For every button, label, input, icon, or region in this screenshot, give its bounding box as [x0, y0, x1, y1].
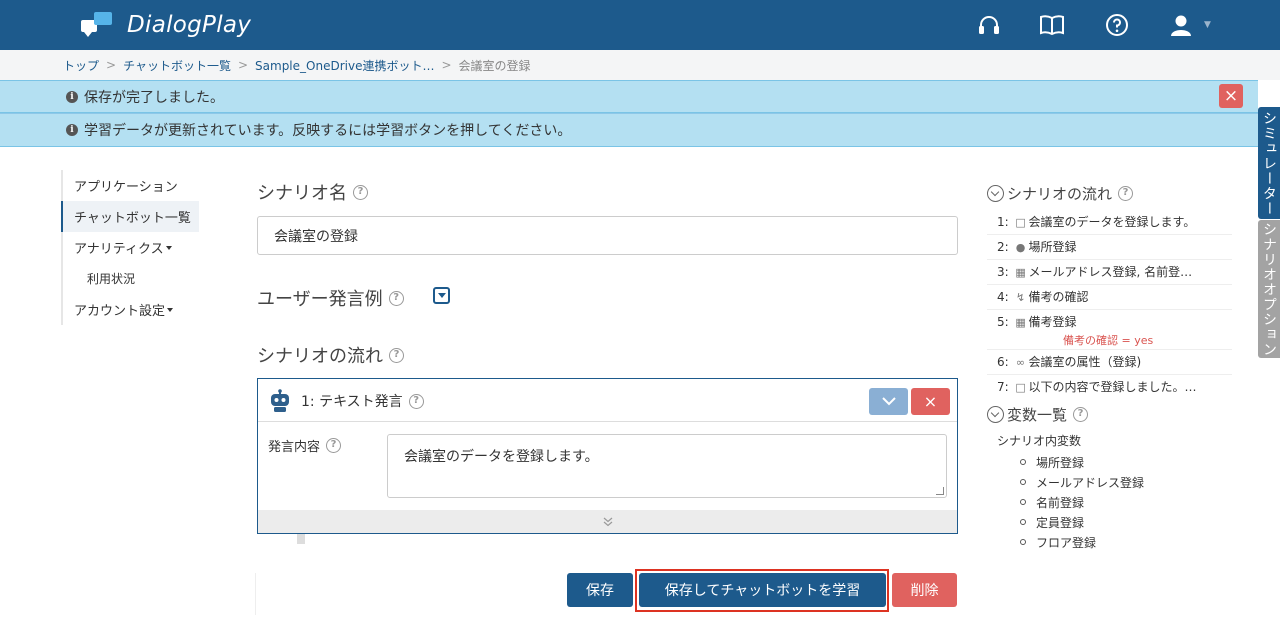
top-header: DialogPlay ▼	[0, 0, 1280, 50]
variable-item: フロア登録	[997, 532, 1144, 552]
flow-item[interactable]: 4: ↯ 備考の確認	[987, 285, 1232, 310]
divider	[255, 573, 256, 615]
breadcrumb-separator: >	[237, 58, 249, 72]
condition-label: 備考の確認 = yes	[1063, 334, 1154, 347]
remove-step-button[interactable]: ×	[911, 388, 950, 415]
help-icon[interactable]: ?	[1073, 407, 1089, 422]
manual-book-icon[interactable]	[1039, 12, 1065, 38]
nav-account[interactable]: アカウント設定	[61, 294, 201, 325]
location-icon: ●	[1015, 241, 1026, 254]
logo-icon	[81, 12, 115, 38]
speech-bubble-icon: □	[1015, 381, 1026, 394]
variable-item: 定員登録	[997, 512, 1144, 532]
card-header: 1: テキスト発言 ? ×	[258, 379, 957, 422]
breadcrumb: トップ > チャットボット一覧 > Sample_OneDrive連携ボット… …	[0, 50, 1280, 80]
scenario-name-input[interactable]: 会議室の登録	[257, 216, 958, 255]
nav-chatbot-list[interactable]: チャットボット一覧	[61, 201, 199, 232]
content-textarea[interactable]: 会議室のデータを登録します。	[387, 434, 947, 498]
variable-item: メールアドレス登録	[997, 472, 1144, 492]
save-complete-alert: i 保存が完了しました。	[0, 80, 1258, 113]
user-icon[interactable]	[1168, 12, 1194, 38]
headset-icon[interactable]	[976, 12, 1002, 38]
connector-stub	[297, 534, 305, 544]
nav-usage[interactable]: 利用状況	[61, 263, 201, 294]
flow-step-card: 1: テキスト発言 ? × 発言内容 ? 会議室のデータを登録します。	[257, 378, 958, 534]
help-icon[interactable]	[1104, 12, 1130, 38]
info-icon: i	[66, 90, 78, 103]
variable-list: シナリオ内変数 場所登録 メールアドレス登録 名前登録 定員登録 フロア登録	[997, 432, 1144, 552]
flow-item[interactable]: 7: □ 以下の内容で登録しました。…	[987, 375, 1232, 400]
app-logo[interactable]: DialogPlay	[81, 12, 251, 38]
flow-item[interactable]: 3: ▦ メールアドレス登録, 名前登…	[987, 260, 1232, 285]
save-button[interactable]: 保存	[567, 573, 633, 607]
form-icon: ▦	[1015, 266, 1026, 279]
breadcrumb-separator: >	[106, 58, 117, 72]
help-icon[interactable]: ?	[1118, 186, 1134, 201]
link-icon: ∞	[1015, 356, 1026, 369]
user-examples-heading: ユーザー発言例 ?	[257, 285, 404, 311]
collapse-button[interactable]	[869, 388, 908, 415]
caret-down-icon	[167, 307, 174, 312]
caret-down-icon	[165, 245, 172, 250]
breadcrumb-chatbot-list[interactable]: チャットボット一覧	[123, 57, 231, 74]
collapse-circle-icon	[987, 406, 1004, 423]
help-icon[interactable]: ?	[353, 184, 368, 200]
flow-heading: シナリオの流れ ?	[257, 342, 404, 368]
double-chevron-down-icon	[603, 517, 612, 526]
content-label: 発言内容 ?	[268, 436, 342, 455]
breadcrumb-top[interactable]: トップ	[63, 57, 99, 74]
help-icon[interactable]: ?	[408, 393, 424, 409]
expand-examples-button[interactable]	[433, 287, 450, 304]
help-icon[interactable]: ?	[389, 347, 404, 363]
expand-card-bar[interactable]	[258, 510, 957, 533]
chevron-down-icon	[881, 397, 896, 406]
variable-item: 名前登録	[997, 492, 1144, 512]
resize-handle[interactable]	[936, 487, 944, 495]
nav-analytics[interactable]: アナリティクス	[61, 232, 201, 263]
scenario-name-heading: シナリオ名 ?	[257, 179, 368, 205]
scenario-option-tab[interactable]: シナリオオプション	[1258, 220, 1280, 358]
robot-icon	[271, 389, 289, 412]
delete-button[interactable]: 削除	[892, 573, 957, 607]
flow-item[interactable]: 2: ● 場所登録	[987, 235, 1232, 260]
nav-application[interactable]: アプリケーション	[61, 170, 201, 201]
flow-item[interactable]: 5: ▦ 備考登録 備考の確認 = yes	[987, 310, 1232, 350]
close-alert-button[interactable]: ×	[1219, 84, 1243, 108]
form-icon: ▦	[1015, 316, 1026, 329]
branch-icon: ↯	[1015, 291, 1026, 304]
card-title: 1: テキスト発言 ?	[301, 391, 424, 411]
vars-panel-title[interactable]: 変数一覧 ?	[987, 404, 1089, 425]
flow-item[interactable]: 6: ∞ 会議室の属性（登録)	[987, 350, 1232, 375]
variable-item: 場所登録	[997, 452, 1144, 472]
breadcrumb-current: 会議室の登録	[458, 58, 531, 73]
flow-list: 1: □ 会議室のデータを登録します。 2: ● 場所登録 3: ▦ メールアドレス登…	[987, 210, 1232, 400]
user-menu-chevron-icon[interactable]: ▼	[1204, 20, 1211, 30]
collapse-circle-icon	[987, 185, 1004, 202]
alert-text: 保存が完了しました。	[84, 89, 224, 106]
info-icon: i	[66, 124, 78, 136]
alert-text: 学習データが更新されています。反映するには学習ボタンを押してください。	[84, 123, 572, 139]
flow-item[interactable]: 1: □ 会議室のデータを登録します。	[987, 210, 1232, 235]
left-nav: アプリケーション チャットボット一覧 アナリティクス 利用状況 アカウント設定	[61, 170, 201, 325]
simulator-tab[interactable]: シミュレーター	[1258, 107, 1280, 219]
help-icon[interactable]: ?	[326, 438, 342, 453]
help-icon[interactable]: ?	[388, 290, 404, 306]
app-name: DialogPlay	[127, 12, 252, 38]
speech-bubble-icon: □	[1015, 216, 1026, 229]
flow-panel-title[interactable]: シナリオの流れ ?	[987, 183, 1134, 204]
breadcrumb-separator: >	[441, 58, 452, 72]
learning-alert: i 学習データが更新されています。反映するには学習ボタンを押してください。	[0, 113, 1258, 147]
vars-scope-label: シナリオ内変数	[997, 434, 1082, 448]
save-and-train-button[interactable]: 保存してチャットボットを学習	[639, 573, 886, 607]
breadcrumb-bot[interactable]: Sample_OneDrive連携ボット…	[255, 57, 434, 74]
